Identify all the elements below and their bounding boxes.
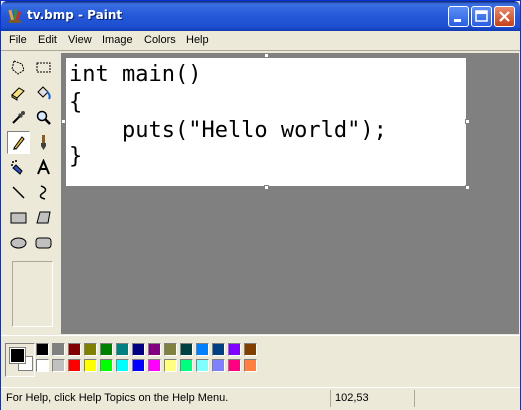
palette-swatch[interactable] (100, 359, 113, 372)
eraser-tool[interactable] (7, 81, 30, 104)
palette-swatch[interactable] (36, 343, 49, 356)
status-bar: For Help, click Help Topics on the Help … (1, 387, 520, 410)
maximize-icon (475, 10, 488, 22)
ellipse-icon (10, 237, 27, 249)
airbrush-tool[interactable] (7, 156, 30, 179)
palette-swatch[interactable] (68, 359, 81, 372)
menu-colors[interactable]: Colors (144, 34, 176, 46)
magnifier-tool[interactable] (32, 106, 55, 129)
minimize-icon (454, 19, 461, 22)
foreground-color (9, 347, 26, 364)
eyedropper-icon (12, 111, 25, 124)
palette-swatch[interactable] (36, 359, 49, 372)
cursor-coordinates: 102,53 (335, 392, 369, 404)
palette-swatch[interactable] (52, 343, 65, 356)
resize-handle-left (61, 119, 66, 124)
menu-image[interactable]: Image (102, 34, 133, 46)
close-icon (499, 11, 510, 22)
canvas-text-line: { (69, 90, 83, 115)
pick-color-tool[interactable] (7, 106, 30, 129)
status-divider (330, 390, 331, 407)
color-box (1, 335, 520, 388)
palette-swatch[interactable] (100, 343, 113, 356)
free-form-select-icon (11, 60, 25, 75)
pencil-tool[interactable] (7, 131, 30, 154)
paint-window: tv.bmp - Paint File Edit View Image Colo… (0, 0, 521, 410)
select-tool[interactable] (32, 56, 55, 79)
resize-handle-corner[interactable] (465, 185, 470, 190)
brush-icon (41, 135, 46, 150)
brush-tool[interactable] (32, 131, 55, 154)
free-form-select-tool[interactable] (7, 56, 30, 79)
canvas-text-line: puts("Hello world"); (69, 118, 387, 143)
drawing-canvas[interactable]: int main() { puts("Hello world"); } (66, 58, 466, 186)
status-help-text: For Help, click Help Topics on the Help … (6, 392, 229, 404)
palette-swatch[interactable] (148, 343, 161, 356)
tool-options-box[interactable] (12, 261, 53, 327)
palette-swatch[interactable] (84, 343, 97, 356)
line-icon (12, 186, 25, 199)
text-tool[interactable] (32, 156, 55, 179)
minimize-button[interactable] (448, 6, 469, 27)
rectangle-tool[interactable] (7, 206, 30, 229)
select-icon (36, 62, 51, 73)
palette-swatch[interactable] (84, 359, 97, 372)
menu-file[interactable]: File (9, 34, 27, 46)
airbrush-icon (11, 160, 23, 175)
resize-handle-right[interactable] (465, 119, 470, 124)
palette-swatch[interactable] (180, 359, 193, 372)
polygon-icon (36, 211, 51, 224)
polygon-tool[interactable] (32, 206, 55, 229)
eraser-icon (11, 87, 25, 101)
palette-swatch[interactable] (132, 359, 145, 372)
rounded-rectangle-tool[interactable] (32, 231, 55, 254)
resize-handle-bottom[interactable] (264, 185, 269, 190)
palette-swatch[interactable] (116, 343, 129, 356)
palette-swatch[interactable] (180, 343, 193, 356)
palette-swatch[interactable] (164, 359, 177, 372)
current-colors (5, 343, 35, 377)
canvas-text-line: } (69, 144, 83, 169)
paint-bucket-icon (37, 86, 51, 100)
line-tool[interactable] (7, 181, 30, 204)
palette-swatch[interactable] (244, 359, 257, 372)
paint-app-icon (8, 8, 22, 23)
menu-help[interactable]: Help (186, 34, 209, 46)
rounded-rectangle-icon (35, 237, 52, 249)
palette-swatch[interactable] (228, 359, 241, 372)
palette-swatch[interactable] (196, 343, 209, 356)
palette-swatch[interactable] (148, 359, 161, 372)
canvas-scroll-area[interactable]: int main() { puts("Hello world"); } (61, 53, 519, 334)
palette-swatch[interactable] (68, 343, 81, 356)
title-bar[interactable]: tv.bmp - Paint (1, 1, 520, 31)
palette-swatch[interactable] (116, 359, 129, 372)
status-divider (414, 390, 415, 407)
close-button[interactable] (494, 6, 515, 27)
palette-swatch[interactable] (212, 343, 225, 356)
menu-separator (1, 50, 520, 51)
curve-icon (39, 185, 47, 200)
magnifier-icon (36, 110, 51, 125)
rectangle-icon (10, 212, 27, 224)
canvas-text-line: int main() (69, 62, 202, 87)
pencil-icon (13, 136, 25, 150)
curve-tool[interactable] (32, 181, 55, 204)
palette-swatch[interactable] (196, 359, 209, 372)
palette-swatch[interactable] (132, 343, 145, 356)
fill-with-color-tool[interactable] (32, 81, 55, 104)
palette-swatch[interactable] (52, 359, 65, 372)
ellipse-tool[interactable] (7, 231, 30, 254)
menu-view[interactable]: View (68, 34, 92, 46)
toolbox (4, 51, 60, 335)
resize-handle-top (264, 53, 269, 58)
palette-swatch[interactable] (212, 359, 225, 372)
palette-swatch[interactable] (228, 343, 241, 356)
text-icon (37, 159, 50, 175)
maximize-button[interactable] (471, 6, 492, 27)
palette-swatch[interactable] (164, 343, 177, 356)
menu-bar: File Edit View Image Colors Help (1, 31, 520, 50)
window-title: tv.bmp - Paint (27, 8, 123, 22)
palette-swatch[interactable] (244, 343, 257, 356)
menu-edit[interactable]: Edit (38, 34, 57, 46)
